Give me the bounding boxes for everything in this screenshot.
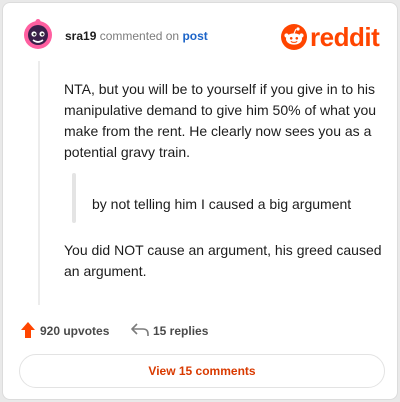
view-comments-button[interactable]: View 15 comments (19, 354, 385, 388)
reddit-wordmark: reddit (310, 22, 380, 52)
reply-count[interactable]: 15 replies (153, 324, 208, 338)
reddit-snoo-icon (281, 24, 307, 50)
thread-line (38, 61, 40, 305)
comment-header: sra19 commented on post reddit (3, 3, 397, 63)
post-link[interactable]: post (182, 29, 207, 43)
upvote-arrow-icon[interactable] (21, 322, 35, 338)
comment-actions: 920 upvotes 15 replies (3, 321, 397, 341)
comment-paragraph-2: You did NOT cause an argument, his greed… (64, 242, 382, 279)
reddit-logo: reddit (281, 22, 389, 52)
comment-paragraph-1: NTA, but you will be to yourself if you … (64, 81, 377, 160)
user-avatar-icon[interactable] (22, 18, 54, 50)
upvote-count: 920 upvotes (40, 324, 110, 338)
commented-on-label: commented on (99, 29, 180, 43)
blockquote-text: by not telling him I caused a big argume… (92, 196, 352, 212)
username[interactable]: sra19 (65, 29, 96, 43)
comment-card: sra19 commented on post reddit NTA, but … (2, 2, 398, 400)
reply-arrow-icon[interactable] (131, 323, 149, 337)
blockquote-bar (72, 173, 76, 223)
comment-byline: sra19 commented on post (65, 29, 208, 43)
